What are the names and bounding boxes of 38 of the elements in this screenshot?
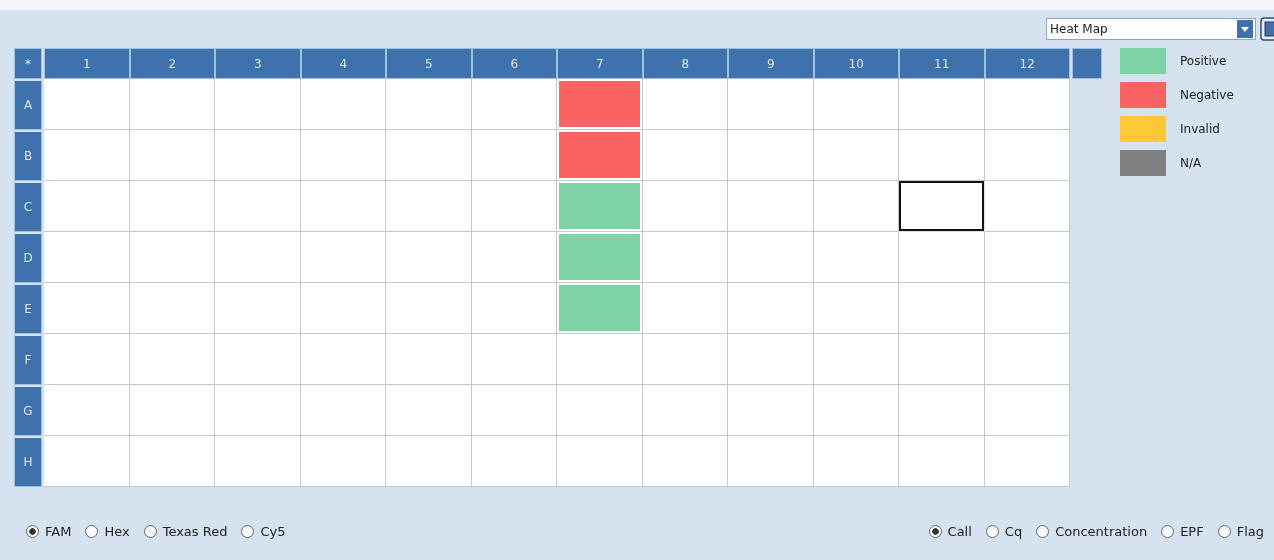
legend-label: N/A bbox=[1180, 156, 1202, 170]
row-header[interactable]: F bbox=[14, 334, 42, 385]
well[interactable] bbox=[899, 181, 984, 231]
column-header[interactable]: 6 bbox=[471, 48, 557, 79]
corner-header[interactable]: * bbox=[14, 48, 42, 79]
column-header[interactable]: 7 bbox=[557, 48, 643, 79]
caret-icon bbox=[1237, 20, 1253, 38]
dye-radio[interactable]: FAM bbox=[26, 523, 72, 539]
header-filler bbox=[1072, 48, 1102, 79]
display-radio[interactable]: Flag bbox=[1217, 523, 1264, 539]
display-radio[interactable]: Concentration bbox=[1036, 523, 1148, 539]
row-header[interactable]: B bbox=[14, 130, 42, 181]
dye-radio[interactable]: Texas Red bbox=[143, 523, 228, 539]
row-header[interactable]: H bbox=[14, 436, 42, 487]
column-header[interactable]: 3 bbox=[215, 48, 301, 79]
dye-radio[interactable]: Cy5 bbox=[241, 523, 286, 539]
display-radio[interactable]: EPF bbox=[1161, 523, 1204, 539]
legend-label: Negative bbox=[1180, 88, 1234, 102]
row-header[interactable]: E bbox=[14, 283, 42, 334]
column-header[interactable]: 11 bbox=[899, 48, 985, 79]
row-header[interactable]: A bbox=[14, 79, 42, 130]
column-header[interactable]: 12 bbox=[984, 48, 1070, 79]
column-header[interactable]: 5 bbox=[386, 48, 472, 79]
view-dropdown[interactable]: Heat Map bbox=[1046, 18, 1256, 40]
column-header[interactable]: 9 bbox=[728, 48, 814, 79]
row-header[interactable]: D bbox=[14, 232, 42, 283]
display-radio[interactable]: Call bbox=[928, 523, 972, 539]
column-header[interactable]: 2 bbox=[129, 48, 215, 79]
column-header[interactable]: 8 bbox=[642, 48, 728, 79]
row-header[interactable]: G bbox=[14, 385, 42, 436]
legend-label: Invalid bbox=[1180, 122, 1220, 136]
row-header[interactable]: C bbox=[14, 181, 42, 232]
column-header[interactable]: 4 bbox=[300, 48, 386, 79]
dye-radio[interactable]: Hex bbox=[85, 523, 130, 539]
column-header[interactable]: 1 bbox=[44, 48, 130, 79]
column-header[interactable]: 10 bbox=[813, 48, 899, 79]
legend-label: Positive bbox=[1180, 54, 1227, 68]
display-radio[interactable]: Cq bbox=[985, 523, 1023, 539]
